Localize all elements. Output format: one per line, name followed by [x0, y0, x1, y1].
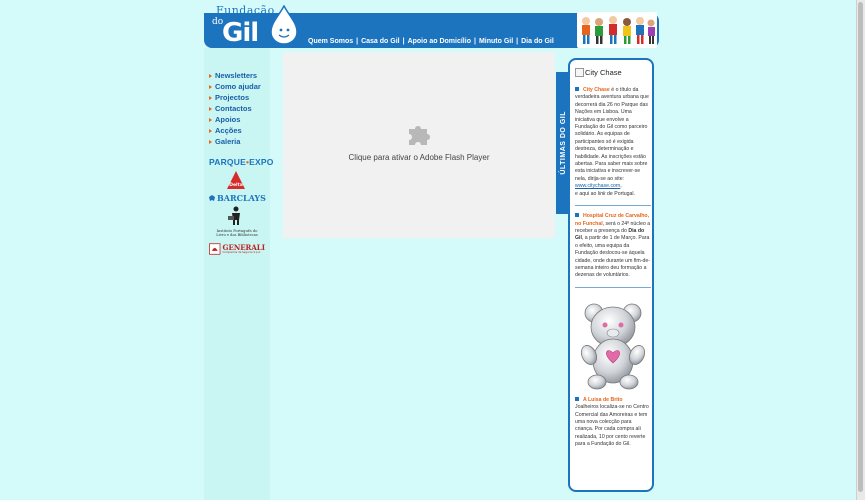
ultimas-do-gil-text: ÚLTIMAS DO GIL	[559, 111, 567, 175]
main-navigation: Quem Somos | Casa do Gil | Apoio ao Domi…	[308, 35, 554, 47]
news-text: City Chase é o título da verdadeira aven…	[575, 87, 649, 197]
menu-item-label: Apoios	[215, 115, 241, 124]
news-body: Joalheiros localiza-se no Centro Comerci…	[575, 404, 649, 448]
menu-item-newsletters[interactable]: Newsletters	[209, 70, 261, 81]
menu-item-label: Acções	[215, 126, 242, 135]
barclays-text: BARCLAYS	[217, 193, 266, 203]
nav-apoio-ao-domicilio[interactable]: Apoio ao Domicílio	[408, 38, 471, 45]
broken-image-icon	[575, 68, 584, 77]
sponsor-expo-text: EXPO	[249, 157, 274, 167]
arrow-right-icon	[209, 117, 212, 122]
arrow-right-icon	[209, 84, 212, 89]
menu-item-projectos[interactable]: Projectos	[209, 92, 261, 103]
sponsor-parque-expo[interactable]: PARQUE•EXPO	[209, 157, 274, 167]
news-item-luisa-de-brito: A Luisa de Brito Joalheiros localiza-se …	[575, 396, 651, 449]
sponsor-iplb[interactable]: Instituto Português do Livro e das Bibli…	[212, 205, 262, 239]
menu-item-label: Contactos	[215, 104, 252, 113]
square-bullet-icon	[575, 396, 579, 401]
generali-subtext: Companhia de Seguros S.p.A.	[222, 251, 261, 254]
nav-separator: |	[473, 37, 476, 45]
iplb-figure-icon	[228, 206, 240, 225]
site-header: Fundação do Gil Quem Somos | Casa do Gil…	[204, 4, 659, 48]
arrow-right-icon	[209, 95, 212, 100]
square-bullet-icon	[575, 213, 579, 218]
nav-dia-do-gil[interactable]: Dia do Gil	[521, 38, 554, 45]
page-scrollbar-thumb[interactable]	[858, 2, 863, 492]
menu-item-label: Galeria	[215, 137, 241, 146]
news-divider	[575, 286, 651, 288]
arrow-right-icon	[209, 139, 212, 144]
nav-separator: |	[516, 37, 519, 45]
flash-activate-message[interactable]: Clique para ativar o Adobe Flash Player	[283, 153, 555, 162]
nav-casa-do-gil[interactable]: Casa do Gil	[361, 38, 400, 45]
nav-separator: |	[402, 37, 405, 45]
flash-placeholder[interactable]: Clique para ativar o Adobe Flash Player	[283, 52, 555, 238]
news-panel: City Chase City Chase é o título da verd…	[568, 58, 654, 492]
news-list: City Chase City Chase é o título da verd…	[575, 64, 651, 449]
iplb-line2: Livro e das Bibliotecas	[216, 233, 258, 237]
news-title-luisa-de-brito[interactable]: A Luisa de Brito	[583, 397, 623, 403]
children-illustration-icon	[577, 12, 657, 48]
sponsor-barclays[interactable]: BARCLAYS	[208, 193, 266, 203]
news-item-hospital: Hospital Cruz de Carvalho, no Funchal, s…	[575, 213, 651, 280]
plugin-puzzle-icon	[409, 126, 430, 145]
news-tail-post: de Portugal.	[605, 190, 636, 197]
link-de-portugal[interactable]: link	[598, 191, 606, 197]
menu-item-accoes[interactable]: Acções	[209, 125, 261, 136]
square-bullet-icon	[575, 87, 579, 91]
site-logo[interactable]: Fundação do Gil	[204, 4, 304, 48]
delta-logo-icon: Delta	[227, 171, 245, 189]
news-title-city-chase[interactable]: City Chase	[583, 87, 610, 93]
news-body: é o título da verdadeira aventura urbana…	[575, 87, 649, 182]
menu-item-galeria[interactable]: Galeria	[209, 136, 261, 147]
city-chase-image-alt: City Chase	[585, 68, 622, 77]
teddy-bear-jewel-icon[interactable]	[577, 295, 649, 391]
gil-mascot-icon	[270, 5, 298, 45]
menu-item-apoios[interactable]: Apoios	[209, 114, 261, 125]
news-text: A Luisa de Brito Joalheiros localiza-se …	[575, 396, 651, 449]
side-menu: Newsletters Como ajudar Projectos Contac…	[209, 70, 261, 147]
menu-item-label: Newsletters	[215, 71, 258, 80]
news-body: , a partir de 1 de Março. Para o efeito,…	[575, 235, 650, 279]
sponsor-delta[interactable]: Delta	[226, 170, 246, 190]
logo-gil-text: Gil	[222, 18, 259, 48]
news-text: Hospital Cruz de Carvalho, no Funchal, s…	[575, 213, 651, 280]
generali-lion-icon	[209, 243, 221, 255]
nav-separator: |	[356, 37, 359, 45]
sponsor-parque-text: PARQUE	[209, 157, 246, 167]
menu-item-contactos[interactable]: Contactos	[209, 103, 261, 114]
news-divider	[575, 205, 651, 207]
delta-logo-text: Delta	[229, 182, 243, 188]
nav-quem-somos[interactable]: Quem Somos	[308, 38, 353, 45]
menu-item-como-ajudar[interactable]: Como ajudar	[209, 81, 261, 92]
news-tail-pre: e aqui ao	[575, 190, 598, 197]
city-chase-image[interactable]: City Chase	[575, 67, 651, 78]
generali-text: GENERALI	[222, 243, 266, 252]
nav-minuto-gil[interactable]: Minuto Gil	[479, 38, 513, 45]
menu-item-label: Projectos	[215, 93, 250, 102]
menu-item-label: Como ajudar	[215, 82, 261, 91]
news-item-city-chase: City Chase é o título da verdadeira aven…	[575, 87, 651, 198]
barclays-eagle-icon	[209, 195, 215, 201]
arrow-right-icon	[209, 73, 212, 78]
arrow-right-icon	[209, 128, 212, 133]
arrow-right-icon	[209, 106, 212, 111]
sponsor-generali[interactable]: GENERALI Companhia de Seguros S.p.A.	[209, 241, 265, 257]
logo-fundacao-text: Fundação	[216, 4, 275, 17]
city-chase-site-link[interactable]: www.citychase.com	[575, 183, 620, 189]
